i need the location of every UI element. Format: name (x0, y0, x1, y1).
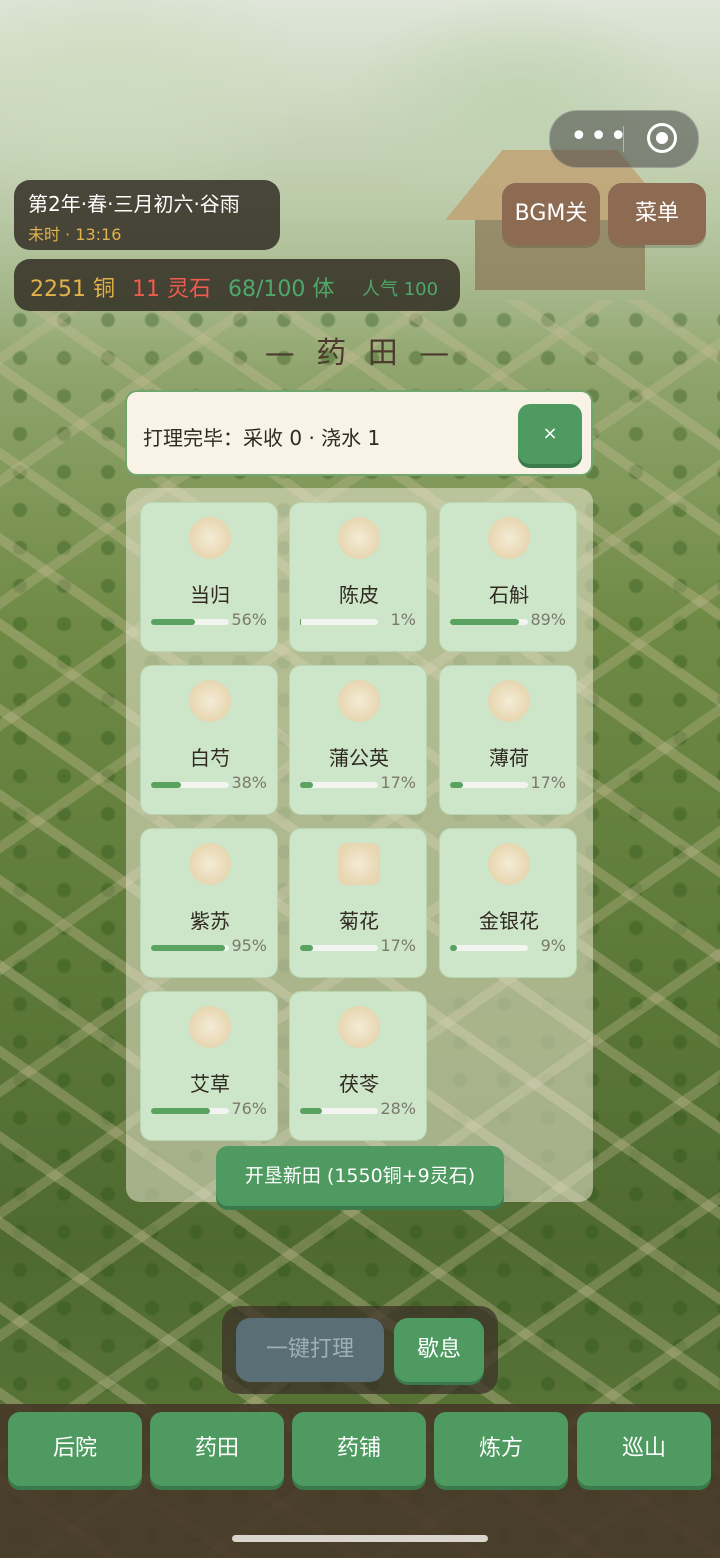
growth-progress-fill (300, 619, 301, 625)
game-screen: ••• 第2年·春·三月初六·谷雨 未时 · 13:16 2251 铜 11 灵… (0, 0, 720, 1558)
herb-tangerine-peel-icon (338, 517, 380, 559)
growth-progress-fill (151, 782, 181, 788)
growth-percent: 89% (530, 610, 566, 629)
growth-percent: 76% (231, 1099, 267, 1118)
nav-pharmacy[interactable]: 药铺 (292, 1412, 426, 1486)
herb-perilla-icon (189, 843, 231, 885)
nav-backyard[interactable]: 后院 (8, 1412, 142, 1486)
page-title: — 药 田 — (264, 336, 456, 371)
growth-progress-fill (300, 945, 313, 951)
herb-plot[interactable]: 蒲公英 17% (289, 665, 427, 815)
herb-plot[interactable]: 茯苓 28% (289, 991, 427, 1141)
growth-progress-fill (450, 782, 463, 788)
plot-herb-name: 石斛 (489, 583, 529, 607)
popularity-count: 人气 100 (362, 279, 439, 300)
plot-herb-name: 金银花 (479, 909, 539, 933)
growth-progress-bar (151, 945, 229, 951)
growth-progress-bar (300, 945, 378, 951)
nav-herb-field[interactable]: 药田 (150, 1412, 284, 1486)
herb-poria-icon (338, 1006, 380, 1048)
herb-plot[interactable]: 薄荷 17% (439, 665, 577, 815)
growth-progress-bar (151, 619, 229, 625)
growth-progress-fill (300, 782, 313, 788)
herb-plot[interactable]: 陈皮 1% (289, 502, 427, 652)
herb-plot[interactable]: 艾草 76% (140, 991, 278, 1141)
growth-progress-fill (300, 1108, 322, 1114)
herb-dendrobium-icon (488, 517, 530, 559)
growth-progress-fill (450, 619, 519, 625)
growth-progress-bar (450, 782, 528, 788)
reclaim-field-button[interactable]: 开垦新田 (1550铜+9灵石) (216, 1146, 504, 1206)
mini-program-capsule: ••• (549, 110, 699, 168)
bgm-toggle-button[interactable]: BGM关 (502, 183, 600, 245)
herb-honeysuckle-icon (488, 843, 530, 885)
herb-mugwort-icon (189, 1006, 231, 1048)
stamina-count: 68/100 体 (228, 277, 335, 302)
one-click-tend-button[interactable]: 一键打理 (236, 1318, 384, 1382)
growth-percent: 17% (380, 773, 416, 792)
growth-percent: 95% (231, 936, 267, 955)
growth-progress-fill (450, 945, 457, 951)
close-target-icon[interactable] (647, 123, 677, 153)
more-icon[interactable]: ••• (570, 122, 627, 152)
herb-dandelion-icon (338, 680, 380, 722)
menu-button[interactable]: 菜单 (608, 183, 706, 245)
growth-progress-bar (300, 782, 378, 788)
plot-herb-name: 当归 (190, 583, 230, 607)
resource-panel: 2251 铜 11 灵石 68/100 体 人气 100 (14, 259, 460, 311)
nav-alchemy[interactable]: 炼方 (434, 1412, 568, 1486)
nav-patrol-mountain[interactable]: 巡山 (577, 1412, 711, 1486)
herb-plot[interactable]: 当归 56% (140, 502, 278, 652)
herb-plot[interactable]: 紫苏 95% (140, 828, 278, 978)
growth-progress-fill (151, 619, 195, 625)
capsule-divider (623, 126, 624, 152)
herb-plot[interactable]: 菊花 17% (289, 828, 427, 978)
plot-herb-name: 白芍 (190, 746, 230, 770)
plot-herb-name: 陈皮 (339, 583, 379, 607)
growth-progress-bar (151, 782, 229, 788)
growth-percent: 17% (380, 936, 416, 955)
growth-progress-fill (151, 1108, 210, 1114)
growth-progress-bar (450, 945, 528, 951)
spirit-stone-count: 11 灵石 (132, 277, 211, 302)
home-indicator (232, 1535, 488, 1542)
plot-herb-name: 蒲公英 (329, 746, 389, 770)
herb-angelica-icon (189, 517, 231, 559)
herb-plot[interactable]: 白芍 38% (140, 665, 278, 815)
herb-mint-icon (488, 680, 530, 722)
plot-herb-name: 薄荷 (489, 746, 529, 770)
growth-percent: 38% (231, 773, 267, 792)
notification-toast: 打理完毕：采收 0 · 浇水 1 × (125, 390, 593, 476)
date-panel: 第2年·春·三月初六·谷雨 未时 · 13:16 (14, 180, 280, 250)
growth-percent: 17% (530, 773, 566, 792)
growth-progress-bar (300, 619, 378, 625)
growth-progress-bar (151, 1108, 229, 1114)
toast-message: 打理完毕：采收 0 · 浇水 1 (143, 426, 381, 450)
game-date: 第2年·春·三月初六·谷雨 (28, 192, 240, 216)
growth-progress-fill (151, 945, 225, 951)
herb-plot[interactable]: 石斛 89% (439, 502, 577, 652)
plot-herb-name: 艾草 (190, 1072, 230, 1096)
growth-percent: 1% (390, 610, 416, 629)
rest-button[interactable]: 歇息 (394, 1318, 484, 1382)
growth-percent: 28% (380, 1099, 416, 1118)
game-time: 未时 · 13:16 (28, 225, 122, 244)
herb-chrysanthemum-icon (338, 843, 380, 885)
growth-percent: 56% (231, 610, 267, 629)
toast-close-button[interactable]: × (518, 404, 582, 464)
plot-herb-name: 菊花 (339, 909, 379, 933)
plot-herb-name: 紫苏 (190, 909, 230, 933)
copper-count: 2251 铜 (30, 277, 115, 302)
growth-progress-bar (300, 1108, 378, 1114)
growth-percent: 9% (540, 936, 566, 955)
growth-progress-bar (450, 619, 528, 625)
herb-white-peony-icon (189, 680, 231, 722)
herb-plot[interactable]: 金银花 9% (439, 828, 577, 978)
plot-herb-name: 茯苓 (339, 1072, 379, 1096)
